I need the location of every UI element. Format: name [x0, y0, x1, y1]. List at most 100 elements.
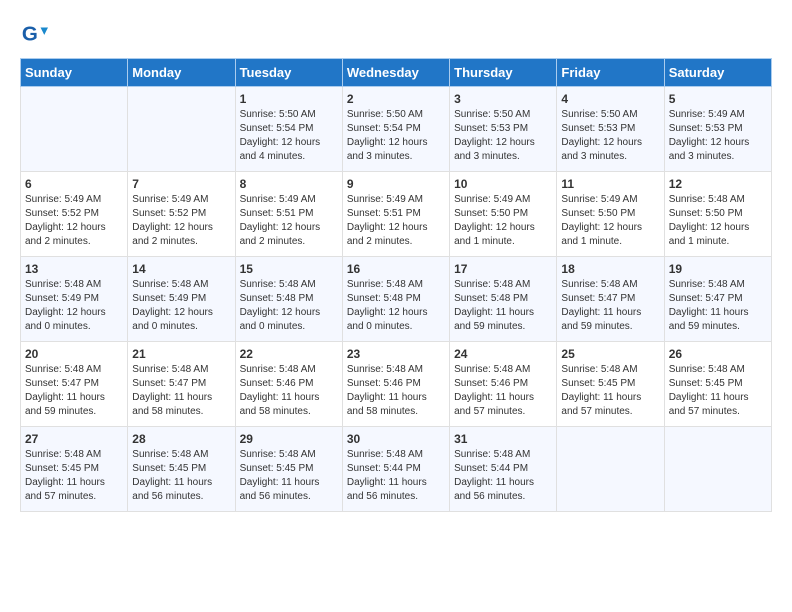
day-number: 30 [347, 432, 445, 446]
day-info: Sunrise: 5:48 AM Sunset: 5:46 PM Dayligh… [240, 363, 338, 419]
day-number: 1 [240, 92, 338, 106]
day-info: Sunrise: 5:49 AM Sunset: 5:50 PM Dayligh… [561, 193, 659, 249]
day-info: Sunrise: 5:48 AM Sunset: 5:48 PM Dayligh… [454, 278, 552, 334]
calendar-cell: 1 Sunrise: 5:50 AM Sunset: 5:54 PM Daylig… [235, 87, 342, 172]
day-number: 17 [454, 262, 552, 276]
calendar-cell: 8Sunrise: 5:49 AM Sunset: 5:51 PM Daylig… [235, 172, 342, 257]
header-tuesday: Tuesday [235, 59, 342, 87]
calendar-cell [128, 87, 235, 172]
day-info: Sunrise: 5:48 AM Sunset: 5:46 PM Dayligh… [454, 363, 552, 419]
calendar-week-row: 27 Sunrise: 5:48 AM Sunset: 5:45 PM Dayli… [21, 427, 772, 512]
calendar-cell: 4Sunrise: 5:50 AM Sunset: 5:53 PM Daylig… [557, 87, 664, 172]
day-info: Sunrise: 5:50 AM Sunset: 5:54 PM Dayligh… [347, 108, 445, 164]
day-info: Sunrise: 5:49 AM Sunset: 5:52 PM Dayligh… [132, 193, 230, 249]
calendar-cell: 17 Sunrise: 5:48 AM Sunset: 5:48 PM Dayli… [450, 257, 557, 342]
svg-text:G: G [22, 23, 38, 46]
calendar-cell: 29 Sunrise: 5:48 AM Sunset: 5:45 PM Dayli… [235, 427, 342, 512]
calendar-cell: 26 Sunrise: 5:48 AM Sunset: 5:45 PM Dayli… [664, 342, 771, 427]
day-number: 11 [561, 177, 659, 191]
calendar-week-row: 6 Sunrise: 5:49 AM Sunset: 5:52 PM Daylig… [21, 172, 772, 257]
day-number: 29 [240, 432, 338, 446]
day-info: Sunrise: 5:48 AM Sunset: 5:47 PM Dayligh… [132, 363, 230, 419]
calendar-week-row: 13 Sunrise: 5:48 AM Sunset: 5:49 PM Dayli… [21, 257, 772, 342]
calendar-cell: 24 Sunrise: 5:48 AM Sunset: 5:46 PM Dayli… [450, 342, 557, 427]
calendar-cell: 18 Sunrise: 5:48 AM Sunset: 5:47 PM Dayli… [557, 257, 664, 342]
day-info: Sunrise: 5:49 AM Sunset: 5:52 PM Dayligh… [25, 193, 123, 249]
day-info: Sunrise: 5:48 AM Sunset: 5:44 PM Dayligh… [347, 448, 445, 504]
calendar-cell: 7 Sunrise: 5:49 AM Sunset: 5:52 PM Daylig… [128, 172, 235, 257]
day-number: 23 [347, 347, 445, 361]
day-info: Sunrise: 5:50 AM Sunset: 5:53 PM Dayligh… [454, 108, 552, 164]
calendar-cell: 6 Sunrise: 5:49 AM Sunset: 5:52 PM Daylig… [21, 172, 128, 257]
day-number: 14 [132, 262, 230, 276]
calendar-cell: 25Sunrise: 5:48 AM Sunset: 5:45 PM Dayli… [557, 342, 664, 427]
day-number: 24 [454, 347, 552, 361]
header-thursday: Thursday [450, 59, 557, 87]
calendar-cell: 27 Sunrise: 5:48 AM Sunset: 5:45 PM Dayli… [21, 427, 128, 512]
header-wednesday: Wednesday [342, 59, 449, 87]
day-number: 28 [132, 432, 230, 446]
day-info: Sunrise: 5:48 AM Sunset: 5:48 PM Dayligh… [240, 278, 338, 334]
calendar-cell [21, 87, 128, 172]
day-number: 13 [25, 262, 123, 276]
calendar-cell: 20Sunrise: 5:48 AM Sunset: 5:47 PM Dayli… [21, 342, 128, 427]
day-number: 20 [25, 347, 123, 361]
day-info: Sunrise: 5:48 AM Sunset: 5:45 PM Dayligh… [25, 448, 123, 504]
calendar-cell: 14Sunrise: 5:48 AM Sunset: 5:49 PM Dayli… [128, 257, 235, 342]
calendar-cell [557, 427, 664, 512]
logo: G [20, 20, 52, 48]
day-info: Sunrise: 5:48 AM Sunset: 5:44 PM Dayligh… [454, 448, 552, 504]
day-number: 26 [669, 347, 767, 361]
day-info: Sunrise: 5:48 AM Sunset: 5:48 PM Dayligh… [347, 278, 445, 334]
day-info: Sunrise: 5:49 AM Sunset: 5:50 PM Dayligh… [454, 193, 552, 249]
day-number: 3 [454, 92, 552, 106]
header-friday: Friday [557, 59, 664, 87]
day-info: Sunrise: 5:48 AM Sunset: 5:47 PM Dayligh… [561, 278, 659, 334]
day-number: 18 [561, 262, 659, 276]
day-info: Sunrise: 5:48 AM Sunset: 5:45 PM Dayligh… [669, 363, 767, 419]
day-info: Sunrise: 5:48 AM Sunset: 5:49 PM Dayligh… [25, 278, 123, 334]
day-number: 6 [25, 177, 123, 191]
logo-icon: G [20, 20, 48, 48]
calendar-cell: 11 Sunrise: 5:49 AM Sunset: 5:50 PM Dayli… [557, 172, 664, 257]
page-header: G [20, 20, 772, 48]
day-number: 27 [25, 432, 123, 446]
calendar-table: SundayMondayTuesdayWednesdayThursdayFrid… [20, 58, 772, 512]
calendar-header-row: SundayMondayTuesdayWednesdayThursdayFrid… [21, 59, 772, 87]
day-info: Sunrise: 5:48 AM Sunset: 5:45 PM Dayligh… [561, 363, 659, 419]
calendar-cell: 13 Sunrise: 5:48 AM Sunset: 5:49 PM Dayli… [21, 257, 128, 342]
day-number: 9 [347, 177, 445, 191]
day-number: 5 [669, 92, 767, 106]
day-info: Sunrise: 5:48 AM Sunset: 5:45 PM Dayligh… [240, 448, 338, 504]
calendar-cell: 9 Sunrise: 5:49 AM Sunset: 5:51 PM Daylig… [342, 172, 449, 257]
day-info: Sunrise: 5:48 AM Sunset: 5:50 PM Dayligh… [669, 193, 767, 249]
day-number: 21 [132, 347, 230, 361]
day-number: 15 [240, 262, 338, 276]
day-number: 4 [561, 92, 659, 106]
calendar-week-row: 1 Sunrise: 5:50 AM Sunset: 5:54 PM Daylig… [21, 87, 772, 172]
day-info: Sunrise: 5:50 AM Sunset: 5:54 PM Dayligh… [240, 108, 338, 164]
calendar-cell: 15 Sunrise: 5:48 AM Sunset: 5:48 PM Dayli… [235, 257, 342, 342]
calendar-cell: 22 Sunrise: 5:48 AM Sunset: 5:46 PM Dayli… [235, 342, 342, 427]
day-info: Sunrise: 5:48 AM Sunset: 5:47 PM Dayligh… [669, 278, 767, 334]
day-number: 31 [454, 432, 552, 446]
header-monday: Monday [128, 59, 235, 87]
day-number: 19 [669, 262, 767, 276]
calendar-cell: 3 Sunrise: 5:50 AM Sunset: 5:53 PM Daylig… [450, 87, 557, 172]
day-info: Sunrise: 5:49 AM Sunset: 5:51 PM Dayligh… [347, 193, 445, 249]
day-number: 12 [669, 177, 767, 191]
day-number: 7 [132, 177, 230, 191]
day-number: 16 [347, 262, 445, 276]
calendar-cell: 31 Sunrise: 5:48 AM Sunset: 5:44 PM Dayli… [450, 427, 557, 512]
day-info: Sunrise: 5:48 AM Sunset: 5:45 PM Dayligh… [132, 448, 230, 504]
calendar-cell: 23Sunrise: 5:48 AM Sunset: 5:46 PM Dayli… [342, 342, 449, 427]
calendar-cell: 16 Sunrise: 5:48 AM Sunset: 5:48 PM Dayli… [342, 257, 449, 342]
day-info: Sunrise: 5:49 AM Sunset: 5:53 PM Dayligh… [669, 108, 767, 164]
calendar-cell: 5 Sunrise: 5:49 AM Sunset: 5:53 PM Daylig… [664, 87, 771, 172]
calendar-cell: 28 Sunrise: 5:48 AM Sunset: 5:45 PM Dayli… [128, 427, 235, 512]
day-number: 22 [240, 347, 338, 361]
calendar-week-row: 20 Sunrise: 5:48 AM Sunset: 5:47 PM Dayli… [21, 342, 772, 427]
header-saturday: Saturday [664, 59, 771, 87]
calendar-cell: 19 Sunrise: 5:48 AM Sunset: 5:47 PM Dayli… [664, 257, 771, 342]
calendar-cell: 10Sunrise: 5:49 AM Sunset: 5:50 PM Dayli… [450, 172, 557, 257]
